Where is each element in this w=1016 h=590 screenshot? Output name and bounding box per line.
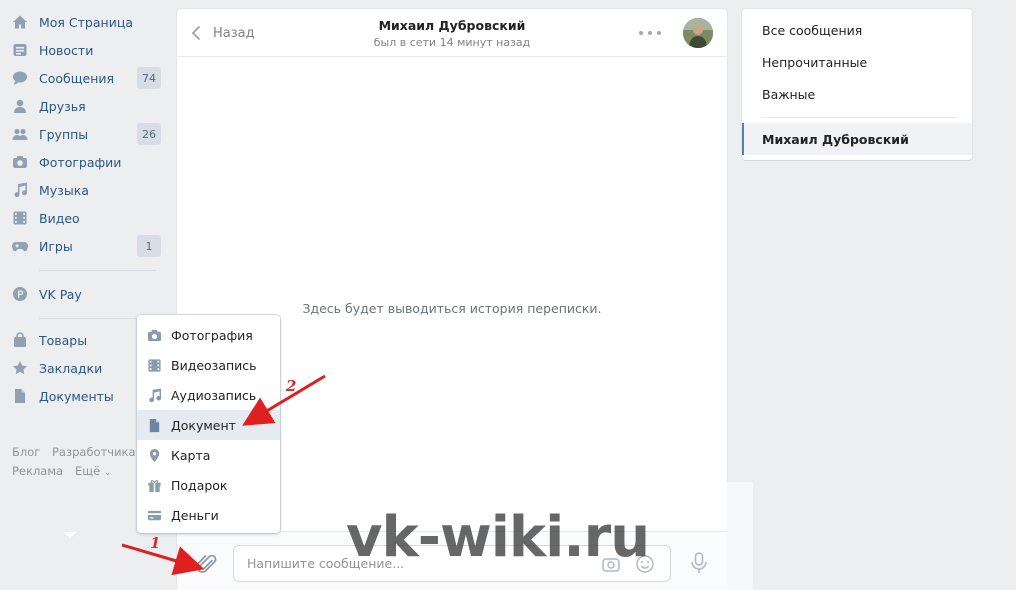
attach-audio[interactable]: Аудиозапись [137, 380, 280, 410]
filter-all-messages[interactable]: Все сообщения [762, 23, 862, 38]
news-icon [11, 42, 28, 59]
music-note-icon [146, 387, 162, 403]
attach-menu-label: Фотография [171, 327, 253, 343]
unread-badge: 74 [137, 67, 161, 89]
music-icon [11, 182, 28, 199]
film-icon [146, 357, 162, 373]
filter-separator [762, 117, 957, 118]
home-icon [11, 14, 28, 31]
map-pin-icon [146, 447, 162, 463]
footer-link-blog[interactable]: Блог [12, 445, 40, 459]
sidebar-item-label: Моя Страница [39, 14, 133, 30]
filter-important[interactable]: Важные [762, 87, 815, 102]
video-icon [11, 210, 28, 227]
sidebar-item-label: Сообщения [39, 70, 115, 86]
watermark: vk-wiki.ru [346, 505, 650, 570]
sidebar-item-label: Друзья [39, 98, 86, 114]
attach-photo[interactable]: Фотография [137, 320, 280, 350]
attach-map[interactable]: Карта [137, 440, 280, 470]
active-conversation[interactable]: Михаил Дубровский [742, 123, 972, 155]
sidebar-item-music[interactable]: Музыка [0, 176, 165, 204]
sidebar-item-label: Товары [39, 332, 88, 348]
sidebar-item-groups[interactable]: Группы 26 [0, 120, 165, 148]
active-conversation-label: Михаил Дубровский [762, 132, 909, 147]
attach-document[interactable]: Документ [137, 410, 280, 440]
bag-icon [11, 332, 28, 349]
sidebar-item-my-page[interactable]: Моя Страница [0, 8, 165, 36]
attach-menu-label: Карта [171, 447, 211, 463]
gamepad-icon [11, 238, 28, 255]
camera-icon [146, 327, 162, 343]
user-icon [11, 98, 28, 115]
document-icon [11, 388, 28, 405]
sidebar-item-label: Видео [39, 210, 80, 226]
attach-menu-label: Деньги [171, 507, 219, 523]
step-number-1: 1 [150, 534, 161, 552]
sidebar-item-news[interactable]: Новости [0, 36, 165, 64]
sidebar-item-friends[interactable]: Друзья [0, 92, 165, 120]
message-filters: Все сообщения Непрочитанные Важные Михаи… [742, 9, 972, 160]
sidebar-item-label: Закладки [39, 360, 103, 376]
more-options-button[interactable] [639, 28, 661, 38]
attach-menu-label: Аудиозапись [171, 387, 257, 403]
background-patch [727, 482, 753, 590]
paperclip-icon [196, 554, 217, 573]
sidebar-item-label: Музыка [39, 182, 89, 198]
attach-video[interactable]: Видеозапись [137, 350, 280, 380]
attach-gift[interactable]: Подарок [137, 470, 280, 500]
footer-link-ads[interactable]: Реклама [12, 464, 63, 478]
microphone-icon[interactable] [689, 552, 709, 574]
attach-button[interactable] [195, 552, 219, 576]
sidebar-item-video[interactable]: Видео [0, 204, 165, 232]
sidebar-item-label: Документы [39, 388, 114, 404]
sidebar-item-vkpay[interactable]: VK Pay [0, 280, 165, 308]
money-card-icon [146, 507, 162, 523]
sidebar-item-label: Фотографии [39, 154, 122, 170]
sidebar-separator [39, 270, 156, 271]
attach-menu: Фотография Видеозапись Аудиозапись Докум… [137, 315, 280, 533]
sidebar-item-messages[interactable]: Сообщения 74 [0, 64, 165, 92]
sidebar-item-photos[interactable]: Фотографии [0, 148, 165, 176]
peer-avatar[interactable] [683, 18, 713, 48]
step-number-2: 2 [286, 377, 297, 395]
more-dot [639, 31, 643, 35]
attach-money[interactable]: Деньги [137, 500, 280, 530]
camera-icon [11, 154, 28, 171]
attach-menu-label: Видеозапись [171, 357, 257, 373]
chat-header: Назад Михаил Дубровский был в сети 14 ми… [177, 9, 727, 57]
groups-badge: 26 [137, 123, 161, 145]
footer-more-label: Ещё [75, 464, 101, 478]
games-badge: 1 [137, 235, 161, 257]
sidebar-item-label: Группы [39, 126, 89, 142]
star-icon [11, 360, 28, 377]
messages-icon [11, 70, 28, 87]
footer-link-developers[interactable]: Разработчикам [52, 445, 144, 459]
attach-menu-pointer [63, 532, 77, 539]
gift-icon [146, 477, 162, 493]
document-icon [146, 417, 162, 433]
sidebar-item-games[interactable]: Игры 1 [0, 232, 165, 260]
more-dot [648, 31, 652, 35]
attach-menu-label: Документ [171, 417, 236, 433]
footer-link-more[interactable]: Ещё ⌄ [75, 464, 111, 478]
empty-history-text: Здесь будет выводиться история переписки… [302, 301, 602, 316]
more-dot [657, 31, 661, 35]
filter-unread[interactable]: Непрочитанные [762, 55, 867, 70]
attach-menu-label: Подарок [171, 477, 228, 493]
sidebar-item-label: VK Pay [39, 286, 82, 302]
sidebar-item-label: Игры [39, 238, 73, 254]
vkpay-icon [11, 286, 28, 303]
avatar-photo [683, 18, 713, 48]
chevron-down-icon: ⌄ [103, 468, 112, 478]
groups-icon [11, 126, 28, 143]
sidebar-item-label: Новости [39, 42, 94, 58]
